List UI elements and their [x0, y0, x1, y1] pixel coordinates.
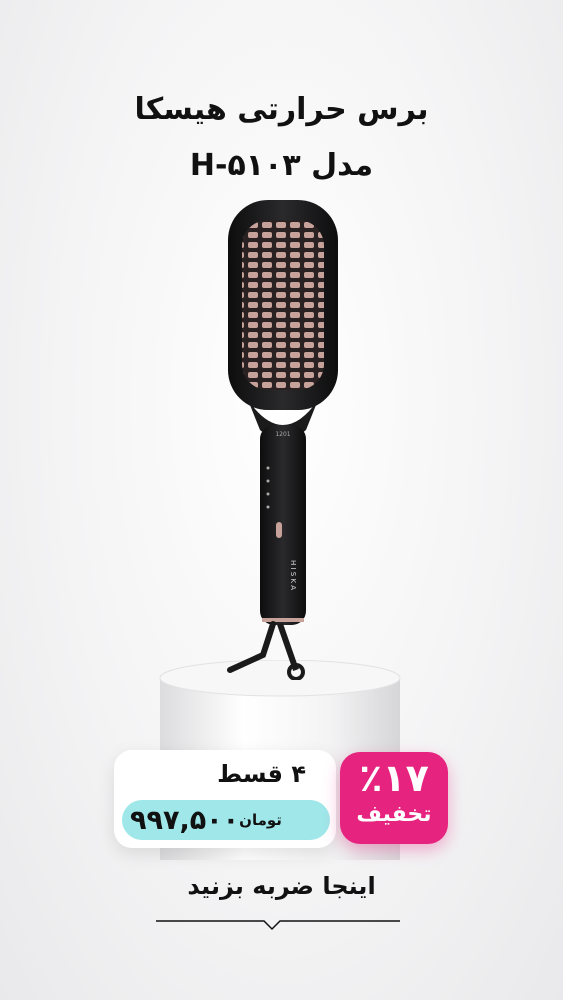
price-currency: تومان [239, 811, 282, 829]
discount-label: تخفیف [356, 802, 432, 827]
brand-text: H I S K A [289, 560, 297, 590]
tap-here-cta[interactable]: اینجا ضربه بزنید [0, 872, 563, 900]
installments-label: ۴ قسط [217, 760, 306, 788]
discount-badge[interactable]: ٪۱۷ تخفیف [340, 752, 448, 844]
price-card[interactable]: ۴ قسط تومان ۹۹۷,۵۰۰ [114, 750, 336, 848]
chevron-down-icon [156, 920, 400, 931]
discount-percent: ٪۱۷ [359, 756, 429, 800]
price-amount: ۹۹۷,۵۰۰ [130, 804, 240, 836]
product-model: مدل H-۵۱۰۳ [189, 148, 374, 183]
svg-text:1201: 1201 [275, 431, 290, 438]
product-title: برس حرارتی هیسکا [134, 92, 429, 127]
price-pill: تومان ۹۹۷,۵۰۰ [122, 800, 330, 840]
product-image-hair-brush: 1201 H I S K A [227, 200, 338, 680]
